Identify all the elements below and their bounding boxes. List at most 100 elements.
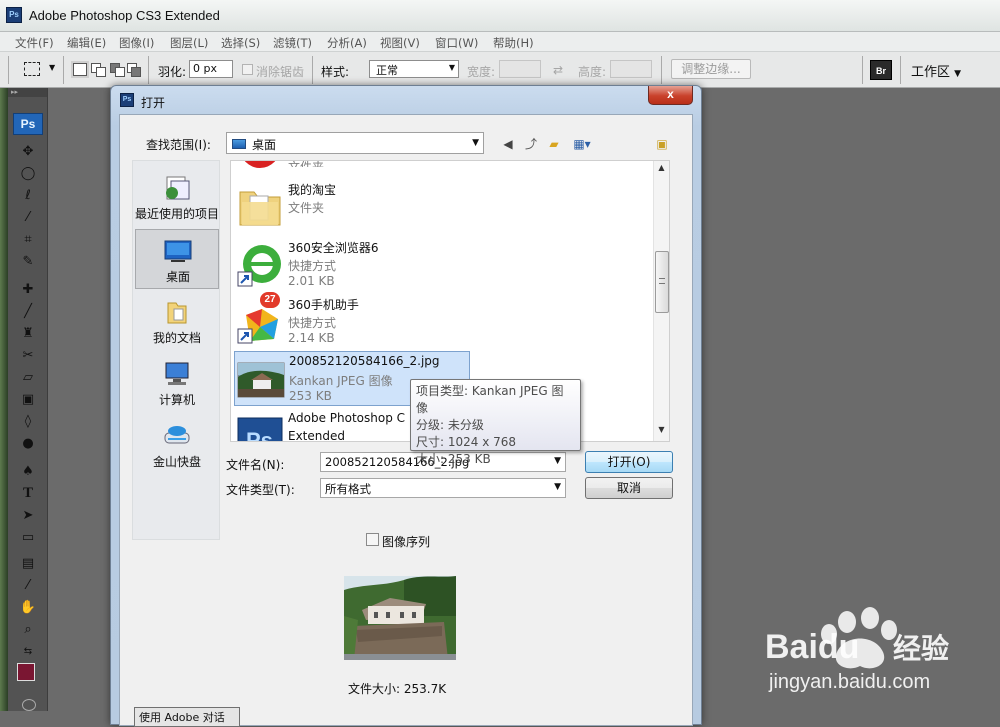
- chevron-down-icon: ▼: [954, 69, 962, 79]
- marquee-tool-icon[interactable]: [24, 62, 40, 76]
- open-button[interactable]: 打开(O): [585, 451, 673, 473]
- image-sequence-checkbox[interactable]: [366, 533, 379, 546]
- bridge-icon[interactable]: Br: [870, 60, 892, 80]
- file-name: 360手机助手: [288, 298, 359, 312]
- tooltip-line: 分级: 未分级: [416, 418, 484, 432]
- foreground-color-swatch[interactable]: [17, 663, 35, 681]
- list-item[interactable]: 360安全浏览器6 快捷方式 2.01 KB: [234, 237, 470, 292]
- scroll-down-icon[interactable]: ▼: [654, 425, 669, 439]
- place-documents[interactable]: 我的文档: [135, 291, 219, 351]
- list-item[interactable]: 27 360手机助手 快捷方式 2.14 KB: [234, 292, 470, 349]
- brush-tool-icon[interactable]: ╱: [16, 303, 40, 321]
- place-kuaipan[interactable]: 金山快盘: [135, 415, 219, 475]
- app-title: Adobe Photoshop CS3 Extended: [29, 8, 220, 23]
- file-list-scrollbar[interactable]: ▲ ▼: [653, 161, 669, 441]
- list-item[interactable]: 我的淘宝 文件夹: [234, 179, 470, 234]
- width-input[interactable]: [499, 60, 541, 78]
- scrollbar-thumb[interactable]: [655, 251, 669, 313]
- place-recent[interactable]: 最近使用的项目: [135, 167, 219, 227]
- lookin-select[interactable]: 桌面 ▼: [226, 132, 484, 154]
- browser-360-icon: [237, 245, 281, 287]
- menu-window[interactable]: 窗口(W): [435, 35, 478, 51]
- separator: [661, 56, 662, 84]
- up-folder-icon[interactable]: ⤴: [522, 135, 540, 153]
- menu-select[interactable]: 选择(S): [221, 35, 260, 51]
- file-type: 快捷方式: [288, 316, 337, 330]
- magic-wand-tool-icon[interactable]: ⁄: [16, 209, 40, 227]
- pen-tool-icon[interactable]: ♠: [16, 463, 40, 481]
- red-circle-icon: [244, 161, 276, 168]
- quick-mask-icon[interactable]: [22, 699, 36, 711]
- menu-file[interactable]: 文件(F): [15, 35, 54, 51]
- move-tool-icon[interactable]: ✥: [16, 143, 40, 161]
- feather-input[interactable]: 0 px: [189, 60, 233, 78]
- place-label: 金山快盘: [152, 455, 201, 469]
- zoom-tool-icon[interactable]: ⌕: [16, 621, 40, 639]
- healing-brush-tool-icon[interactable]: ✚: [16, 281, 40, 299]
- path-selection-tool-icon[interactable]: ➤: [16, 507, 40, 525]
- toolbox: ▸▸ Ps ✥ ◯ ℓ ⁄ ⌗ ✎ ✚ ╱ ♜ ✂ ▱ ▣ ◊ ● ♠ T ➤ …: [8, 88, 48, 711]
- refine-edge-button[interactable]: 调整边缘...: [671, 59, 751, 79]
- lasso-tool-icon[interactable]: ℓ: [16, 187, 40, 205]
- menu-edit[interactable]: 编辑(E): [67, 35, 106, 51]
- crop-tool-icon[interactable]: ⌗: [16, 231, 40, 249]
- dodge-tool-icon[interactable]: ●: [16, 435, 40, 453]
- menu-image[interactable]: 图像(I): [119, 35, 154, 51]
- toolbox-grip[interactable]: ▸▸: [8, 88, 47, 97]
- list-item[interactable]: 文件夹: [234, 161, 470, 176]
- lookin-value: 桌面: [252, 138, 277, 152]
- antialias-checkbox[interactable]: [242, 64, 253, 75]
- history-brush-tool-icon[interactable]: ✂: [16, 347, 40, 365]
- watermark-url: jingyan.baidu.com: [768, 671, 930, 693]
- notes-tool-icon[interactable]: ▤: [16, 555, 40, 573]
- eyedropper-tool-icon[interactable]: ⁄: [16, 577, 40, 595]
- file-name: 我的淘宝: [288, 183, 337, 197]
- place-computer[interactable]: 计算机: [135, 353, 219, 413]
- marquee-tool-icon[interactable]: ◯: [16, 165, 40, 183]
- slice-tool-icon[interactable]: ✎: [16, 253, 40, 271]
- back-icon[interactable]: ◀: [499, 135, 517, 153]
- menu-help[interactable]: 帮助(H): [493, 35, 534, 51]
- new-selection-icon[interactable]: [73, 63, 87, 76]
- menu-analysis[interactable]: 分析(A): [327, 35, 367, 51]
- menu-filter[interactable]: 滤镜(T): [273, 35, 312, 51]
- clone-stamp-tool-icon[interactable]: ♜: [16, 325, 40, 343]
- swap-colors-icon[interactable]: ⇆: [16, 643, 40, 661]
- swap-icon[interactable]: ⇄: [553, 63, 563, 77]
- notification-badge: 27: [260, 292, 280, 308]
- width-label: 宽度:: [467, 65, 496, 79]
- tool-preset-dropdown-icon[interactable]: ▼: [49, 63, 55, 72]
- chevron-down-icon: ▼: [448, 63, 455, 72]
- height-input[interactable]: [610, 60, 652, 78]
- file-type: Extended: [288, 429, 345, 442]
- place-label: 桌面: [165, 270, 190, 284]
- filetype-select[interactable]: 所有格式 ▼: [320, 478, 566, 498]
- watermark-suffix: 经验: [893, 632, 949, 665]
- workspace-menu[interactable]: 工作区 ▼: [911, 61, 961, 80]
- shape-tool-icon[interactable]: ▭: [16, 529, 40, 547]
- file-type: Kankan JPEG 图像: [289, 374, 393, 388]
- background-photo-edge: [0, 88, 8, 711]
- computer-icon: [165, 362, 189, 385]
- hand-tool-icon[interactable]: ✋: [16, 599, 40, 617]
- place-desktop[interactable]: 桌面: [135, 229, 219, 289]
- gradient-tool-icon[interactable]: ▣: [16, 391, 40, 409]
- file-name: 360安全浏览器6: [288, 241, 379, 255]
- kuaipan-folder-icon[interactable]: ▣: [653, 135, 671, 153]
- use-adobe-dialog-button[interactable]: 使用 Adobe 对话框: [134, 707, 240, 727]
- subtract-selection-icon-2: [115, 67, 125, 77]
- blur-tool-icon[interactable]: ◊: [16, 413, 40, 431]
- menu-layer[interactable]: 图层(L): [170, 35, 208, 51]
- scroll-up-icon[interactable]: ▲: [654, 163, 669, 177]
- dialog-title: 打开: [141, 96, 166, 110]
- type-tool-icon[interactable]: T: [16, 485, 40, 503]
- cancel-button[interactable]: 取消: [585, 477, 673, 499]
- close-button[interactable]: x: [648, 86, 693, 105]
- menu-view[interactable]: 视图(V): [380, 35, 420, 51]
- style-select[interactable]: 正常 ▼: [369, 60, 459, 78]
- view-menu-icon[interactable]: ▦▾: [569, 135, 595, 153]
- eraser-tool-icon[interactable]: ▱: [16, 369, 40, 387]
- new-folder-icon[interactable]: ▰: [545, 135, 563, 153]
- image-preview: [344, 576, 456, 660]
- photoshop-badge-icon: Ps: [13, 113, 43, 135]
